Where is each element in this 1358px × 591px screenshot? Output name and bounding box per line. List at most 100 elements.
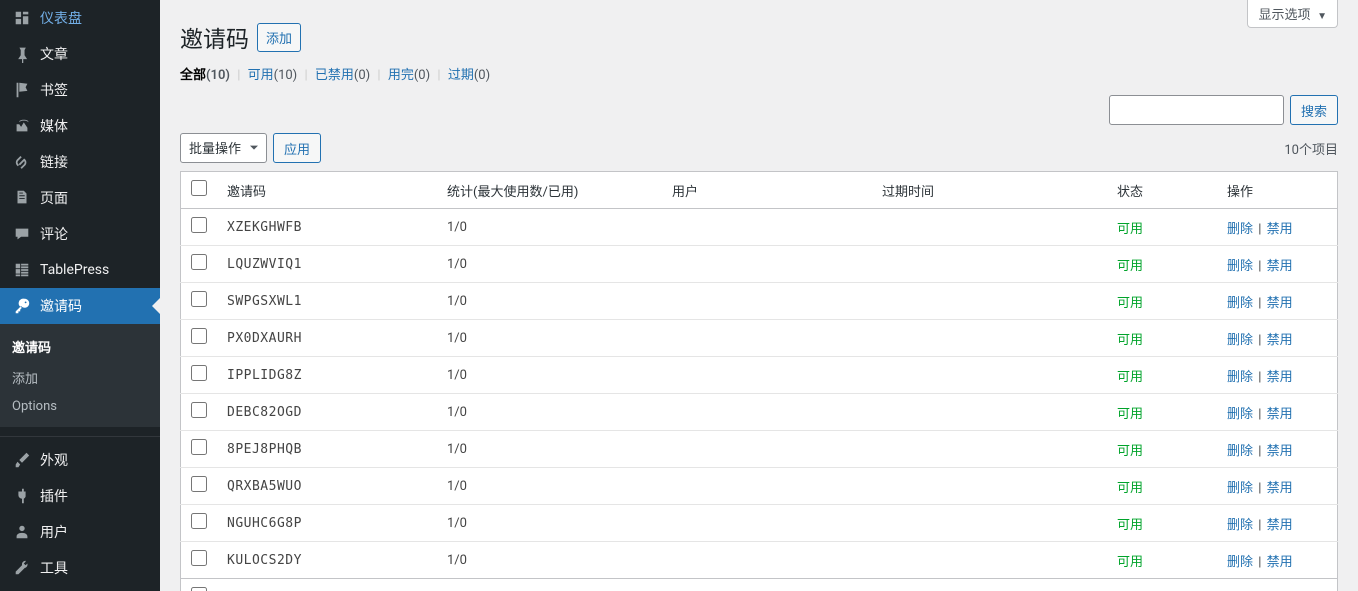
ban-link[interactable]: 禁用 — [1267, 555, 1293, 570]
footer-stat[interactable]: 统计(最大使用数/已用) — [437, 579, 662, 591]
sidebar-item-link[interactable]: 链接 — [0, 144, 160, 180]
cell-code: IPPLIDG8Z — [217, 357, 437, 394]
submenu-item[interactable]: Options — [0, 393, 160, 420]
row-checkbox[interactable] — [191, 365, 207, 381]
footer-expire[interactable]: 过期时间 — [872, 579, 1107, 591]
plug-icon — [12, 486, 32, 506]
cell-status: 可用 — [1107, 542, 1217, 579]
cell-action: 删除 | 禁用 — [1217, 394, 1338, 431]
table-row: KULOCS2DY1/0可用删除 | 禁用 — [181, 542, 1338, 579]
sidebar-item-label: 用户 — [40, 522, 68, 542]
sidebar-item-plug[interactable]: 插件 — [0, 478, 160, 514]
select-all-checkbox[interactable] — [191, 180, 207, 196]
header-action[interactable]: 操作 — [1217, 172, 1338, 209]
page-title: 邀请码 — [180, 20, 249, 54]
cell-stat: 1/0 — [437, 468, 662, 505]
filter-used[interactable]: 用完(0) — [388, 68, 430, 83]
search-input[interactable] — [1109, 95, 1284, 125]
header-expire[interactable]: 过期时间 — [872, 172, 1107, 209]
cell-stat: 1/0 — [437, 246, 662, 283]
row-checkbox[interactable] — [191, 439, 207, 455]
cell-code: KULOCS2DY — [217, 542, 437, 579]
sidebar-item-pin[interactable]: 文章 — [0, 36, 160, 72]
footer-status[interactable]: 状态 — [1107, 579, 1217, 591]
select-all-checkbox-foot[interactable] — [191, 587, 207, 591]
filter-expired[interactable]: 过期(0) — [448, 68, 490, 83]
sidebar-item-brush[interactable]: 外观 — [0, 442, 160, 478]
filter-all[interactable]: 全部(10) — [180, 68, 230, 83]
sidebar-item-page[interactable]: 页面 — [0, 180, 160, 216]
cell-code: PX0DXAURH — [217, 320, 437, 357]
row-checkbox[interactable] — [191, 402, 207, 418]
header-status[interactable]: 状态 — [1107, 172, 1217, 209]
delete-link[interactable]: 删除 — [1227, 333, 1253, 348]
ban-link[interactable]: 禁用 — [1267, 259, 1293, 274]
ban-link[interactable]: 禁用 — [1267, 222, 1293, 237]
sidebar-item-media[interactable]: 媒体 — [0, 108, 160, 144]
footer-user[interactable]: 用户 — [662, 579, 872, 591]
cell-action: 删除 | 禁用 — [1217, 320, 1338, 357]
dashboard-icon — [12, 8, 32, 28]
sidebar-item-user[interactable]: 用户 — [0, 514, 160, 550]
footer-code[interactable]: 邀请码 — [217, 579, 437, 591]
ban-link[interactable]: 禁用 — [1267, 296, 1293, 311]
ban-link[interactable]: 禁用 — [1267, 333, 1293, 348]
sidebar-item-grid[interactable]: TablePress — [0, 252, 160, 288]
ban-link[interactable]: 禁用 — [1267, 407, 1293, 422]
sidebar-item-wrench[interactable]: 工具 — [0, 550, 160, 586]
sidebar-item-key[interactable]: 邀请码 — [0, 288, 160, 324]
sidebar-item-comment[interactable]: 评论 — [0, 216, 160, 252]
row-checkbox[interactable] — [191, 291, 207, 307]
filter-available[interactable]: 可用(10) — [248, 68, 298, 83]
cell-status: 可用 — [1107, 320, 1217, 357]
submenu-item[interactable]: 添加 — [0, 362, 160, 393]
delete-link[interactable]: 删除 — [1227, 407, 1253, 422]
sidebar-item-dashboard[interactable]: 仪表盘 — [0, 0, 160, 36]
ban-link[interactable]: 禁用 — [1267, 518, 1293, 533]
menu-separator — [0, 432, 160, 437]
table-row: DEBC82OGD1/0可用删除 | 禁用 — [181, 394, 1338, 431]
cell-stat: 1/0 — [437, 505, 662, 542]
cell-code: DEBC82OGD — [217, 394, 437, 431]
delete-link[interactable]: 删除 — [1227, 444, 1253, 459]
delete-link[interactable]: 删除 — [1227, 296, 1253, 311]
footer-action[interactable]: 操作 — [1217, 579, 1338, 591]
row-checkbox[interactable] — [191, 513, 207, 529]
delete-link[interactable]: 删除 — [1227, 370, 1253, 385]
cell-action: 删除 | 禁用 — [1217, 209, 1338, 246]
delete-link[interactable]: 删除 — [1227, 555, 1253, 570]
wrench-icon — [12, 558, 32, 578]
cell-stat: 1/0 — [437, 394, 662, 431]
header-user[interactable]: 用户 — [662, 172, 872, 209]
cell-action: 删除 | 禁用 — [1217, 431, 1338, 468]
delete-link[interactable]: 删除 — [1227, 222, 1253, 237]
filter-banned[interactable]: 已禁用(0) — [315, 68, 370, 83]
cell-stat: 1/0 — [437, 320, 662, 357]
cell-action: 删除 | 禁用 — [1217, 283, 1338, 320]
codes-table: 邀请码 统计(最大使用数/已用) 用户 过期时间 状态 操作 XZEKGHWFB… — [180, 171, 1338, 591]
bulk-action-select[interactable]: 批量操作 — [180, 133, 267, 163]
delete-link[interactable]: 删除 — [1227, 481, 1253, 496]
submenu-item[interactable]: 邀请码 — [0, 331, 160, 362]
add-new-button[interactable]: 添加 — [257, 23, 301, 52]
header-stat[interactable]: 统计(最大使用数/已用) — [437, 172, 662, 209]
row-checkbox[interactable] — [191, 217, 207, 233]
row-checkbox[interactable] — [191, 254, 207, 270]
row-checkbox[interactable] — [191, 328, 207, 344]
search-button[interactable]: 搜索 — [1290, 95, 1338, 125]
cell-user — [662, 246, 872, 283]
header-code[interactable]: 邀请码 — [217, 172, 437, 209]
sidebar-item-flag[interactable]: 书签 — [0, 72, 160, 108]
delete-link[interactable]: 删除 — [1227, 259, 1253, 274]
ban-link[interactable]: 禁用 — [1267, 444, 1293, 459]
delete-link[interactable]: 删除 — [1227, 518, 1253, 533]
ban-link[interactable]: 禁用 — [1267, 370, 1293, 385]
screen-options-button[interactable]: 显示选项 ▼ — [1247, 0, 1338, 28]
row-checkbox[interactable] — [191, 476, 207, 492]
pin-icon — [12, 44, 32, 64]
apply-button[interactable]: 应用 — [273, 133, 321, 163]
ban-link[interactable]: 禁用 — [1267, 481, 1293, 496]
row-checkbox[interactable] — [191, 550, 207, 566]
sidebar-item-label: 书签 — [40, 80, 68, 100]
cell-stat: 1/0 — [437, 542, 662, 579]
